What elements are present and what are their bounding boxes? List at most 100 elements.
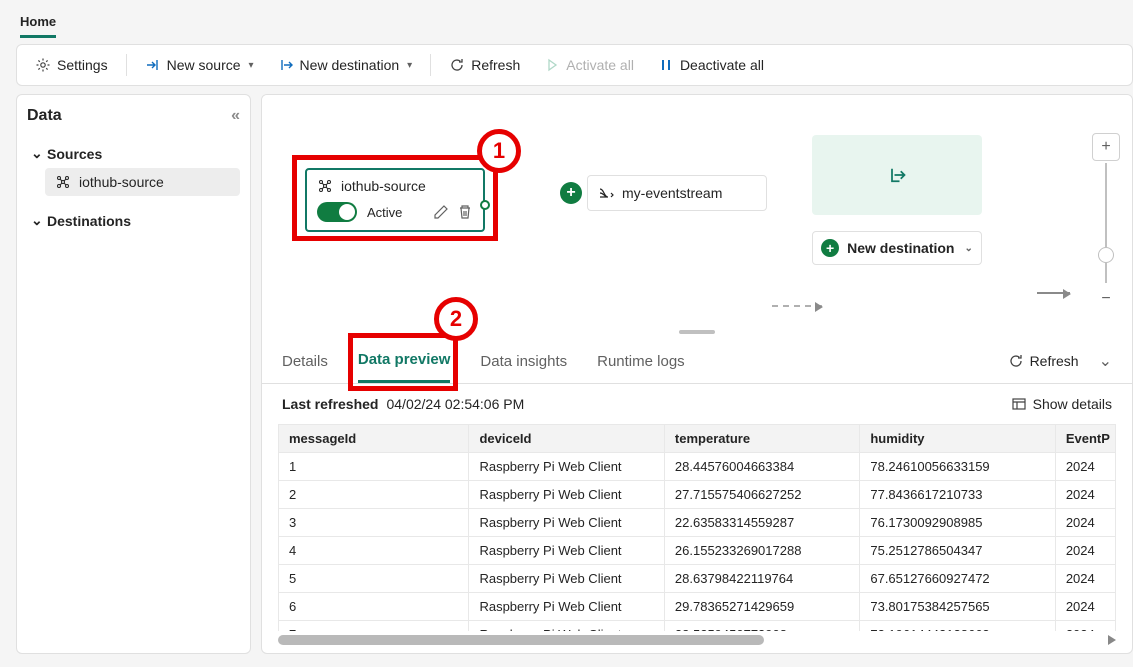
table-cell: 1	[279, 453, 469, 481]
new-destination-button[interactable]: New destination ▾	[268, 51, 423, 79]
table-cell: 75.2512786504347	[860, 537, 1055, 565]
annotation-badge-2: 2	[434, 297, 478, 341]
collapse-sidebar-icon[interactable]: «	[231, 107, 240, 125]
refresh-icon	[449, 57, 465, 73]
table-row[interactable]: 4Raspberry Pi Web Client26.1552332690172…	[279, 537, 1116, 565]
zoom-in-button[interactable]: +	[1092, 133, 1120, 161]
table-cell: 26.155233269017288	[664, 537, 859, 565]
table-cell: 73.80175384257565	[860, 593, 1055, 621]
table-cell: Raspberry Pi Web Client	[469, 453, 664, 481]
table-cell: 2024	[1055, 593, 1115, 621]
iot-icon	[55, 174, 71, 190]
table-cell: 29.78365271429659	[664, 593, 859, 621]
table-row[interactable]: 2Raspberry Pi Web Client27.7155754066272…	[279, 481, 1116, 509]
panel-refresh-label: Refresh	[1030, 353, 1079, 369]
node-output-port[interactable]	[480, 200, 490, 210]
th-humidity[interactable]: humidity	[860, 425, 1055, 453]
table-row[interactable]: 5Raspberry Pi Web Client28.6379842211976…	[279, 565, 1116, 593]
settings-label: Settings	[57, 57, 108, 73]
table-row[interactable]: 7Raspberry Pi Web Client28.5259450773908…	[279, 621, 1116, 632]
details-icon	[1011, 396, 1027, 412]
tab-runtime-logs[interactable]: Runtime logs	[597, 341, 685, 382]
active-toggle[interactable]	[317, 202, 357, 222]
table-cell: 76.1730092908985	[860, 509, 1055, 537]
source-item-iothub[interactable]: iothub-source	[45, 168, 240, 196]
table-row[interactable]: 6Raspberry Pi Web Client29.7836527142965…	[279, 593, 1116, 621]
table-cell: 5	[279, 565, 469, 593]
zoom-out-button[interactable]: −	[1092, 285, 1120, 313]
trash-icon[interactable]	[457, 204, 473, 220]
horizontal-scrollbar[interactable]	[278, 633, 1116, 647]
table-cell: 2024	[1055, 453, 1115, 481]
tab-details[interactable]: Details	[282, 341, 328, 382]
edge-arrow	[772, 305, 822, 307]
tab-home[interactable]: Home	[20, 8, 56, 38]
th-temperature[interactable]: temperature	[664, 425, 859, 453]
table-cell: Raspberry Pi Web Client	[469, 565, 664, 593]
th-deviceId[interactable]: deviceId	[469, 425, 664, 453]
bottom-tabs: Details Data preview Data insights Runti…	[262, 339, 1132, 384]
node-eventstream[interactable]: my-eventstream	[587, 175, 767, 211]
th-messageId[interactable]: messageId	[279, 425, 469, 453]
export-icon	[887, 165, 907, 185]
deactivate-all-button[interactable]: Deactivate all	[648, 51, 774, 79]
data-preview-table-wrap[interactable]: messageId deviceId temperature humidity …	[262, 424, 1132, 631]
panel-drag-handle[interactable]	[262, 325, 1132, 339]
panel-refresh-button[interactable]: Refresh	[1002, 349, 1085, 373]
th-event[interactable]: EventP	[1055, 425, 1115, 453]
table-cell: 2024	[1055, 565, 1115, 593]
refresh-label: Refresh	[471, 57, 520, 73]
table-cell: 22.63583314559287	[664, 509, 859, 537]
annotation-badge-1: 1	[477, 129, 521, 173]
table-cell: Raspberry Pi Web Client	[469, 621, 664, 632]
table-cell: Raspberry Pi Web Client	[469, 593, 664, 621]
chevron-down-icon: ▾	[407, 60, 412, 71]
destinations-tree-header[interactable]: ⌄ Destinations	[27, 206, 240, 235]
sources-tree-header[interactable]: ⌄ Sources	[27, 139, 240, 168]
plus-icon: +	[821, 239, 839, 257]
table-cell: 2024	[1055, 481, 1115, 509]
refresh-button[interactable]: Refresh	[439, 51, 530, 79]
table-cell: 3	[279, 509, 469, 537]
table-cell: 28.63798422119764	[664, 565, 859, 593]
expand-chevron-icon[interactable]: ⌄	[1099, 351, 1112, 371]
table-cell: 4	[279, 537, 469, 565]
table-row[interactable]: 3Raspberry Pi Web Client22.6358331455928…	[279, 509, 1116, 537]
show-details-button[interactable]: Show details	[1011, 396, 1112, 412]
destination-placeholder[interactable]	[812, 135, 982, 215]
node-status-label: Active	[367, 205, 402, 220]
refresh-icon	[1008, 353, 1024, 369]
toolbar: Settings New source ▾ New destination ▾ …	[16, 44, 1133, 86]
data-preview-table: messageId deviceId temperature humidity …	[278, 424, 1116, 631]
activate-all-label: Activate all	[566, 57, 634, 73]
edit-icon[interactable]	[433, 204, 449, 220]
new-destination-node-button[interactable]: + New destination ⌄	[812, 231, 982, 265]
table-cell: 28.44576004663384	[664, 453, 859, 481]
new-source-button[interactable]: New source ▾	[135, 51, 264, 79]
new-destination-label: New destination	[300, 57, 400, 73]
chevron-down-icon: ⌄	[964, 243, 972, 254]
pause-icon	[658, 57, 674, 73]
data-sidebar: Data « ⌄ Sources iothub-source ⌄ Destina…	[16, 94, 251, 654]
last-refreshed-label: Last refreshed	[282, 396, 378, 412]
add-node-button[interactable]: +	[560, 182, 582, 204]
chevron-down-icon: ⌄	[31, 212, 41, 229]
eventstream-icon	[598, 185, 614, 201]
sidebar-title: Data	[27, 107, 62, 125]
table-cell: 2024	[1055, 537, 1115, 565]
destinations-label: Destinations	[47, 213, 131, 229]
table-cell: 28.5259450773908	[664, 621, 859, 632]
source-item-label: iothub-source	[79, 174, 164, 190]
new-destination-node-label: New destination	[847, 240, 954, 256]
node-source-iothub[interactable]: iothub-source Active	[305, 168, 485, 232]
activate-all-button[interactable]: Activate all	[534, 51, 644, 79]
eventstream-canvas[interactable]: iothub-source Active 1	[262, 95, 1132, 325]
arrow-in-icon	[145, 57, 161, 73]
table-row[interactable]: 1Raspberry Pi Web Client28.4457600466338…	[279, 453, 1116, 481]
tab-data-preview[interactable]: Data preview	[358, 339, 451, 383]
node-eventstream-label: my-eventstream	[622, 185, 722, 201]
nav-tabs: Home	[8, 8, 1133, 38]
zoom-slider[interactable]	[1105, 163, 1107, 283]
settings-button[interactable]: Settings	[25, 51, 118, 79]
tab-data-insights[interactable]: Data insights	[480, 341, 567, 382]
